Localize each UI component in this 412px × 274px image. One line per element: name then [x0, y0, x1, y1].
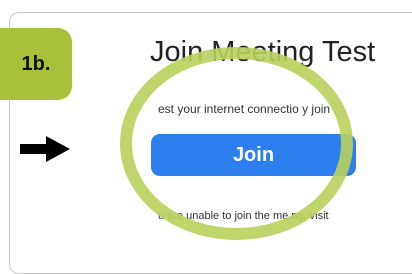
connection-test-text: est your internet connectio y join: [158, 102, 331, 116]
step-label: 1b.: [21, 52, 51, 75]
step-badge: 1b.: [0, 28, 72, 100]
join-button-label: Join: [232, 143, 275, 166]
join-button[interactable]: Join: [151, 134, 356, 176]
arrow-right-icon: [20, 136, 70, 162]
help-note: u are unable to join the me ng, visit: [158, 210, 329, 222]
page-title: Join Meeting Test: [150, 36, 376, 68]
